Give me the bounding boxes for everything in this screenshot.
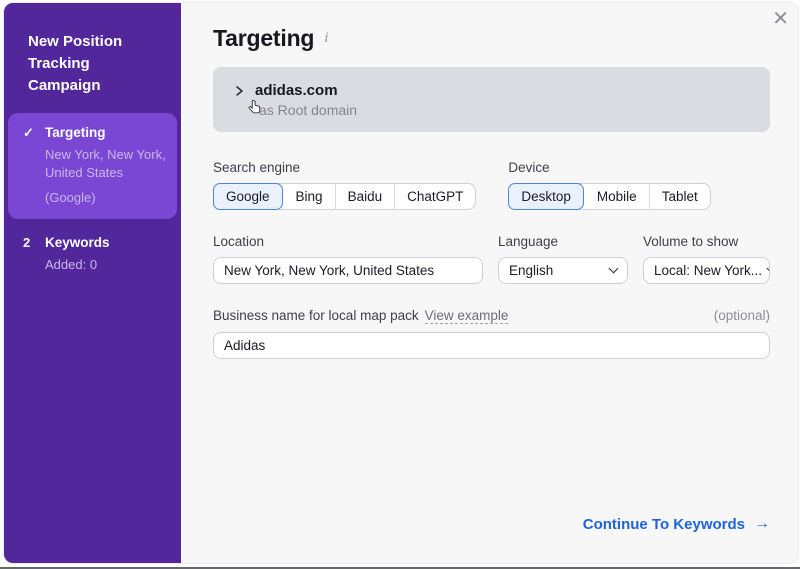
step-sub-added: Added: 0	[45, 256, 110, 274]
device-label: Device	[508, 160, 710, 175]
step-sub-location: New York, New York, United States	[45, 146, 167, 182]
segment-mobile[interactable]: Mobile	[584, 184, 649, 209]
arrow-right-icon: →	[754, 515, 770, 533]
segment-tablet[interactable]: Tablet	[649, 184, 710, 209]
segment-bing[interactable]: Bing	[283, 184, 335, 209]
segment-chatgpt[interactable]: ChatGPT	[394, 184, 475, 209]
segment-baidu[interactable]: Baidu	[335, 184, 395, 209]
segment-desktop[interactable]: Desktop	[508, 183, 584, 210]
language-select[interactable]: English	[498, 257, 628, 284]
check-icon: ✓	[23, 124, 37, 207]
chevron-right-icon	[233, 85, 245, 97]
info-icon[interactable]: i	[324, 30, 328, 47]
sidebar-step-keywords[interactable]: 2 Keywords Added: 0	[8, 234, 177, 274]
language-label: Language	[498, 234, 628, 249]
chevron-down-icon	[609, 264, 619, 274]
close-icon[interactable]: ✕	[772, 9, 789, 29]
screen: New Position Tracking Campaign ✓ Targeti…	[0, 0, 800, 569]
domain-card[interactable]: adidas.com as Root domain	[213, 67, 770, 132]
location-input[interactable]	[213, 257, 483, 284]
step-sub-engine: (Google)	[45, 189, 167, 207]
volume-select[interactable]: Local: New York...	[643, 257, 770, 284]
device-control: Desktop Mobile Tablet	[508, 183, 710, 210]
continue-label: Continue To Keywords	[583, 516, 745, 533]
segment-google[interactable]: Google	[213, 183, 283, 210]
page-title: Targeting	[213, 25, 314, 52]
sidebar-step-targeting[interactable]: ✓ Targeting New York, New York, United S…	[8, 113, 177, 219]
step-label-targeting: Targeting	[45, 124, 167, 142]
continue-to-keywords-button[interactable]: Continue To Keywords →	[583, 515, 770, 533]
search-engine-control: Google Bing Baidu ChatGPT	[213, 183, 476, 210]
search-engine-label: Search engine	[213, 160, 476, 175]
step-label-keywords: Keywords	[45, 234, 110, 252]
campaign-title: New Position Tracking Campaign	[4, 3, 181, 97]
volume-value: Local: New York...	[654, 263, 762, 278]
domain-scope: as Root domain	[259, 102, 357, 118]
location-label: Location	[213, 234, 483, 249]
domain-name: adidas.com	[255, 82, 338, 99]
business-name-input[interactable]	[213, 332, 770, 359]
targeting-panel: ✕ Targeting i adidas.com as Root domain	[181, 3, 799, 563]
optional-hint: (optional)	[714, 308, 770, 323]
language-value: English	[509, 263, 553, 278]
business-name-label: Business name for local map pack	[213, 308, 419, 323]
chevron-down-icon	[767, 264, 770, 274]
campaign-sidebar: New Position Tracking Campaign ✓ Targeti…	[4, 3, 181, 563]
step-number: 2	[23, 234, 37, 274]
volume-label: Volume to show	[643, 234, 770, 249]
view-example-link[interactable]: View example	[425, 308, 509, 324]
cursor-pointer-icon	[247, 99, 264, 116]
position-tracking-modal: New Position Tracking Campaign ✓ Targeti…	[3, 2, 799, 564]
